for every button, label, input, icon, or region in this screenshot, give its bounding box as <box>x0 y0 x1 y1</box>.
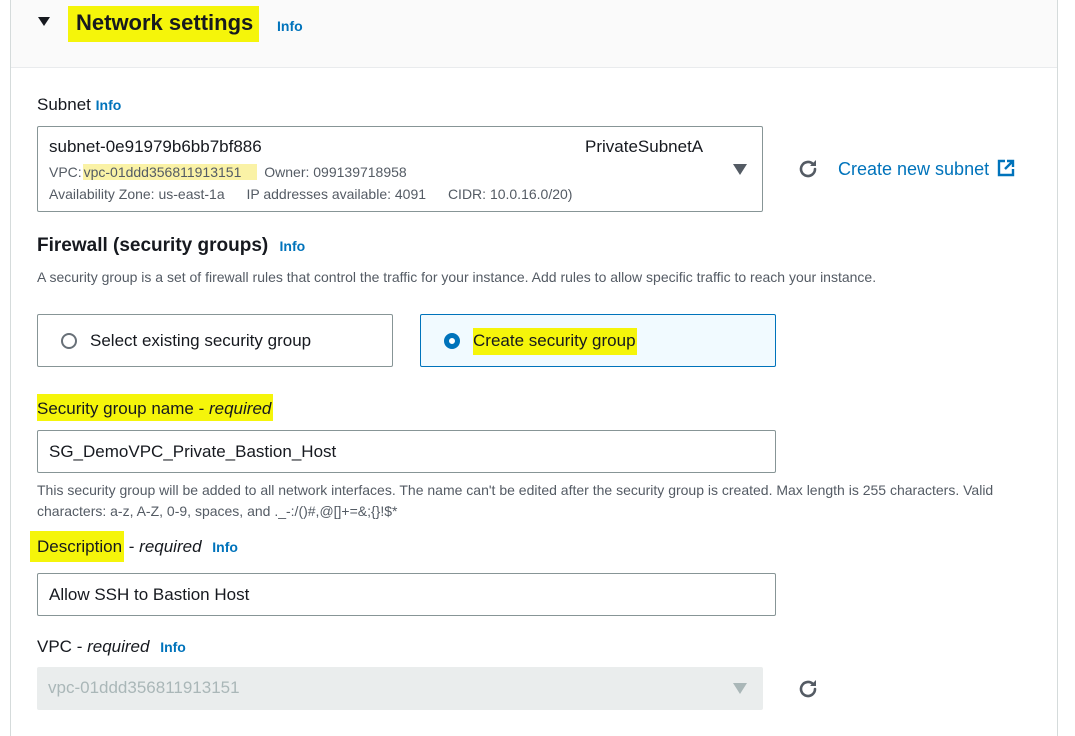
firewall-title: Firewall (security groups) <box>37 235 269 256</box>
subnet-vpc-id: vpc-01ddd356811913151 <box>82 164 258 180</box>
firewall-description: A security group is a set of firewall ru… <box>37 269 877 285</box>
refresh-icon[interactable] <box>796 677 820 701</box>
sg-name-label-text: Security group name <box>37 399 194 418</box>
vpc-prefix: VPC: <box>49 164 82 180</box>
sg-name-input[interactable]: SG_DemoVPC_Private_Bastion_Host <box>37 430 776 473</box>
description-label-text: Description <box>30 531 125 562</box>
section-title-text: Network settings <box>76 10 254 35</box>
caret-down-icon[interactable] <box>38 17 50 26</box>
vpc-label: VPC - required Info <box>37 637 186 656</box>
subnet-info-link[interactable]: Info <box>96 97 122 113</box>
create-sg-option[interactable]: Create security group <box>420 314 776 367</box>
chevron-down-icon <box>733 164 747 175</box>
network-settings-panel: Network settings Info <box>10 0 1058 736</box>
subnet-name: PrivateSubnetA <box>585 137 704 156</box>
select-existing-sg-option[interactable]: Select existing security group <box>37 314 393 367</box>
subnet-vpc-line: VPC: vpc-01ddd356811913151 Owner: 099139… <box>49 164 407 180</box>
create-new-subnet-text: Create new subnet <box>838 159 990 179</box>
vpc-required: required <box>87 637 150 656</box>
radio-checked-icon[interactable] <box>444 333 460 349</box>
firewall-info-link[interactable]: Info <box>280 238 306 254</box>
vpc-label-text: VPC <box>37 637 72 656</box>
description-required: required <box>139 537 202 556</box>
vpc-select-disabled[interactable]: vpc-01ddd356811913151 <box>37 667 763 710</box>
chevron-down-icon <box>733 683 747 694</box>
description-input[interactable]: Allow SSH to Bastion Host <box>37 573 776 616</box>
subnet-label: Subnet Info <box>37 95 121 115</box>
subnet-az: Availability Zone: us-east-1a <box>49 186 225 202</box>
description-label: Description - required Info <box>30 531 238 562</box>
sg-name-required: required <box>208 399 272 418</box>
sg-name-hint: This security group will be added to all… <box>37 482 994 519</box>
section-header[interactable]: Network settings Info <box>11 0 1057 68</box>
vpc-select-value: vpc-01ddd356811913151 <box>48 678 240 697</box>
create-sg-label: Create security group <box>473 328 637 355</box>
description-info-link[interactable]: Info <box>212 539 238 555</box>
subnet-owner: Owner: 099139718958 <box>264 164 407 180</box>
sg-name-label: Security group name - required <box>37 392 276 422</box>
radio-unchecked-icon[interactable] <box>61 333 77 349</box>
firewall-heading: Firewall (security groups) Info <box>37 235 305 257</box>
subnet-details-line: Availability Zone: us-east-1a IP address… <box>49 186 572 202</box>
subnet-select[interactable]: subnet-0e91979b6bb7bf886 PrivateSubnetA … <box>37 126 763 212</box>
section-info-link[interactable]: Info <box>277 18 303 34</box>
subnet-id: subnet-0e91979b6bb7bf886 <box>49 137 262 156</box>
subnet-ips: IP addresses available: 4091 <box>246 186 427 202</box>
subnet-label-text: Subnet <box>37 95 91 114</box>
create-new-subnet-link[interactable]: Create new subnet <box>838 158 1016 180</box>
vpc-info-link[interactable]: Info <box>160 639 186 655</box>
subnet-cidr: CIDR: 10.0.16.0/20) <box>447 186 573 202</box>
section-title: Network settings <box>68 6 260 42</box>
select-existing-sg-label: Select existing security group <box>90 331 312 350</box>
sg-name-label-highlight: Security group name - required <box>37 394 274 421</box>
external-link-icon <box>997 159 1015 177</box>
refresh-icon[interactable] <box>796 157 820 181</box>
